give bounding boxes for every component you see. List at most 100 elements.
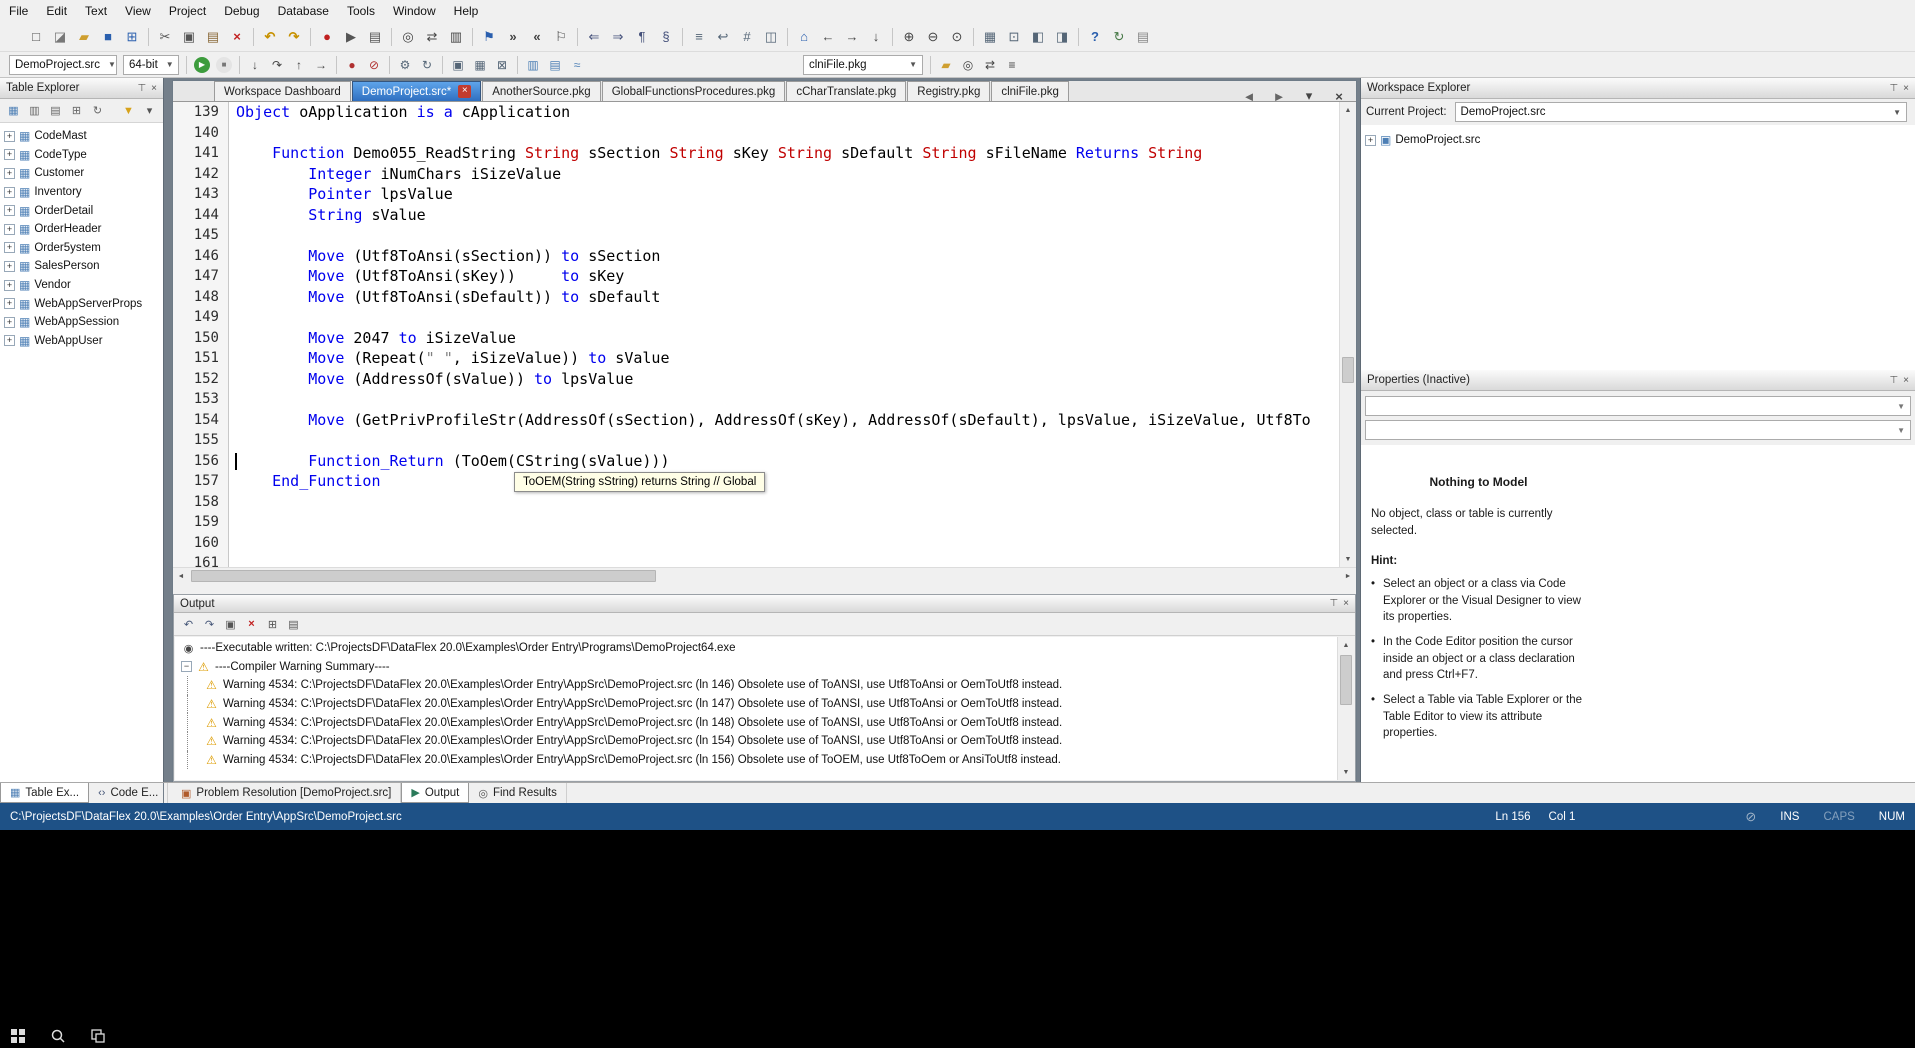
clear-breakpoints-icon[interactable]: ⊘ <box>364 55 384 75</box>
find-in-files-icon[interactable]: ▥ <box>445 26 467 48</box>
goto-line-icon[interactable]: ↓ <box>865 26 887 48</box>
cascade-windows-icon[interactable]: ▣ <box>448 55 468 75</box>
refresh-icon[interactable]: ↻ <box>1108 26 1130 48</box>
expand-icon[interactable]: + <box>4 224 15 235</box>
wrap-output-icon[interactable]: ▤ <box>284 615 303 634</box>
stop-debug-icon[interactable]: ■ <box>216 57 232 73</box>
code-line-150[interactable]: 150 Move 2047 to iSizeValue <box>173 328 1339 349</box>
table-item-webappsession[interactable]: +▦WebAppSession <box>0 313 163 332</box>
code-line-142[interactable]: 142 Integer iNumChars iSizeValue <box>173 164 1339 185</box>
code-line-146[interactable]: 146 Move (Utf8ToAnsi(sSection)) to sSect… <box>173 246 1339 267</box>
menu-window[interactable]: Window <box>384 1 445 21</box>
replace-icon[interactable]: ⇄ <box>421 26 443 48</box>
current-project-combo[interactable]: DemoProject.src ▼ <box>1455 102 1907 122</box>
menu-file[interactable]: File <box>0 1 37 21</box>
menu-text[interactable]: Text <box>76 1 116 21</box>
menu-database[interactable]: Database <box>269 1 338 21</box>
menu-help[interactable]: Help <box>445 1 488 21</box>
close-icon[interactable]: × <box>1903 83 1909 94</box>
scroll-right-icon[interactable]: ► <box>1340 568 1356 585</box>
go-forward-icon[interactable]: → <box>841 26 863 48</box>
view-menu-icon[interactable]: ▤ <box>1132 26 1154 48</box>
search-icon[interactable] <box>50 1028 66 1048</box>
code-explorer-icon[interactable]: ⌂ <box>793 26 815 48</box>
code-line-143[interactable]: 143 Pointer lpsValue <box>173 184 1339 205</box>
menu-tools[interactable]: Tools <box>338 1 384 21</box>
table-item-orderdetail[interactable]: +▦OrderDetail <box>0 201 163 220</box>
print-icon[interactable]: ▤ <box>364 26 386 48</box>
scroll-left-icon[interactable]: ◄ <box>173 568 189 585</box>
code-line-155[interactable]: 155 <box>173 430 1339 451</box>
table-item-webappserverprops[interactable]: +▦WebAppServerProps <box>0 294 163 313</box>
code-line-140[interactable]: 140 <box>173 123 1339 144</box>
close-icon[interactable]: × <box>151 83 157 94</box>
previous-message-icon[interactable]: ↶ <box>179 615 198 634</box>
task-view-icon[interactable] <box>90 1028 106 1048</box>
open-table-icon[interactable]: ▥ <box>25 101 44 120</box>
editor-horizontal-scrollbar[interactable]: ◄ ► <box>173 567 1356 584</box>
scroll-up-icon[interactable]: ▲ <box>1340 102 1356 118</box>
cut-icon[interactable]: ✂ <box>154 26 176 48</box>
menu-project[interactable]: Project <box>160 1 215 21</box>
code-line-151[interactable]: 151 Move (Repeat(" ", iSizeValue)) to sV… <box>173 348 1339 369</box>
menu-debug[interactable]: Debug <box>215 1 268 21</box>
play-macro-icon[interactable]: ▶ <box>340 26 362 48</box>
indent-icon[interactable]: ⇒ <box>607 26 629 48</box>
tab-registry-pkg[interactable]: Registry.pkg <box>907 81 990 101</box>
line-numbers-icon[interactable]: # <box>736 26 758 48</box>
expand-icon[interactable]: + <box>4 149 15 160</box>
scroll-down-icon[interactable]: ▼ <box>1340 551 1356 567</box>
code-line-158[interactable]: 158 <box>173 492 1339 513</box>
record-macro-icon[interactable]: ● <box>316 26 338 48</box>
code-line-145[interactable]: 145 <box>173 225 1339 246</box>
tab-table-explorer[interactable]: ▦Table Ex... <box>0 783 89 803</box>
table-item-order5ystem[interactable]: +▦Order5ystem <box>0 239 163 258</box>
palette-icon[interactable]: ◧ <box>1027 26 1049 48</box>
breakpoint-icon[interactable]: ● <box>342 55 362 75</box>
delete-icon[interactable]: × <box>226 26 248 48</box>
scroll-down-icon[interactable]: ▼ <box>1338 764 1354 780</box>
properties-view-icon[interactable]: ▦ <box>979 26 1001 48</box>
data-dictionary-icon[interactable]: ▤ <box>545 55 565 75</box>
copy-icon[interactable]: ▣ <box>178 26 200 48</box>
find-icon[interactable]: ◎ <box>397 26 419 48</box>
open-package-icon[interactable]: ▰ <box>936 55 956 75</box>
next-bookmark-icon[interactable]: » <box>502 26 524 48</box>
code-line-141[interactable]: 141 Function Demo055_ReadString String s… <box>173 143 1339 164</box>
expand-icon[interactable]: + <box>4 261 15 272</box>
code-line-159[interactable]: 159 <box>173 512 1339 533</box>
clear-bookmarks-icon[interactable]: ⚐ <box>550 26 572 48</box>
filter-menu-icon[interactable]: ▾ <box>140 101 159 120</box>
output-row[interactable]: ⚠Warning 4534: C:\ProjectsDF\DataFlex 20… <box>181 713 1337 732</box>
new-file-icon[interactable]: □ <box>25 26 47 48</box>
go-back-icon[interactable]: ← <box>817 26 839 48</box>
code-line-153[interactable]: 153 <box>173 389 1339 410</box>
open-file-icon[interactable]: ▰ <box>73 26 95 48</box>
code-line-160[interactable]: 160 <box>173 533 1339 554</box>
close-icon[interactable]: × <box>1343 598 1349 609</box>
menu-view[interactable]: View <box>116 1 160 21</box>
new-from-template-icon[interactable]: ◪ <box>49 26 71 48</box>
expand-icon[interactable]: + <box>4 280 15 291</box>
close-all-icon[interactable]: ⊠ <box>492 55 512 75</box>
code-line-149[interactable]: 149 <box>173 307 1339 328</box>
next-message-icon[interactable]: ↷ <box>200 615 219 634</box>
menu-edit[interactable]: Edit <box>37 1 76 21</box>
run-to-cursor-icon[interactable]: → <box>311 55 331 75</box>
tab-find-results[interactable]: ◎Find Results <box>469 783 567 803</box>
output-vertical-scrollbar[interactable]: ▲ ▼ <box>1337 637 1354 780</box>
outdent-icon[interactable]: ⇐ <box>583 26 605 48</box>
expand-icon[interactable]: + <box>4 205 15 216</box>
expand-icon[interactable]: + <box>4 317 15 328</box>
expand-icon[interactable]: + <box>4 242 15 253</box>
scrollbar-thumb[interactable] <box>191 570 656 582</box>
code-line-144[interactable]: 144 String sValue <box>173 205 1339 226</box>
compile-run-icon[interactable]: ▶ <box>194 57 210 73</box>
uncomment-icon[interactable]: § <box>655 26 677 48</box>
refresh-tables-icon[interactable]: ↻ <box>88 101 107 120</box>
scrollbar-thumb[interactable] <box>1340 655 1352 705</box>
code-line-147[interactable]: 147 Move (Utf8ToAnsi(sKey)) to sKey <box>173 266 1339 287</box>
expand-icon[interactable]: + <box>4 131 15 142</box>
package-file-combo[interactable]: clniFile.pkg ▼ <box>803 55 923 75</box>
filter-icon[interactable]: ▼ <box>119 101 138 120</box>
